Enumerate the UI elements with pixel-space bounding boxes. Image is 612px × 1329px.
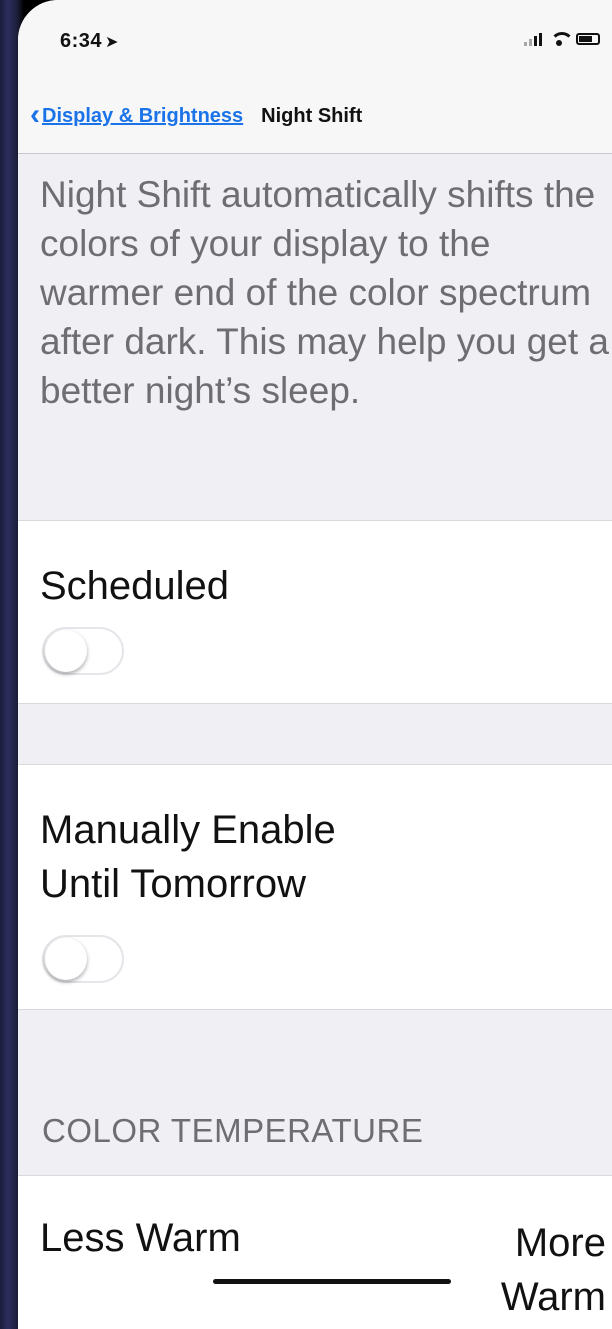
color-temperature-slider[interactable]	[213, 1279, 451, 1284]
back-button[interactable]: ‹ Display & Brightness	[30, 97, 244, 132]
manual-enable-label-line2: Until Tomorrow	[40, 862, 306, 906]
toggle-knob	[45, 938, 87, 980]
less-warm-label: Less Warm	[40, 1216, 241, 1260]
more-warm-line2: Warm	[500, 1275, 606, 1319]
location-icon: ➤	[105, 34, 119, 51]
more-warm-line1: More	[514, 1221, 606, 1265]
chevron-left-icon: ‹	[30, 97, 40, 131]
more-warm-label: More Warm	[466, 1216, 606, 1324]
manual-enable-toggle[interactable]	[42, 935, 124, 983]
manual-enable-label-line1: Manually Enable	[40, 808, 336, 852]
scheduled-toggle[interactable]	[42, 627, 124, 675]
night-shift-description: Night Shift automatically shifts the col…	[40, 174, 610, 411]
battery-icon	[576, 33, 600, 45]
scheduled-cell: Scheduled	[18, 520, 612, 704]
status-bar: 6:34 ➤	[18, 0, 612, 80]
status-icons	[524, 32, 600, 46]
back-button-label: Display & Brightness	[42, 105, 244, 127]
page-title: Night Shift	[261, 105, 363, 127]
screen: 6:34 ➤ ‹ Display & Brightness Night Shift…	[18, 0, 612, 1329]
color-temperature-header: COLOR TEMPERATURE	[42, 1112, 424, 1149]
navigation-bar: ‹ Display & Brightness Night Shift	[18, 80, 612, 154]
wifi-icon	[550, 32, 574, 46]
status-time: 6:34 ➤	[60, 30, 119, 53]
manual-enable-cell: Manually Enable Until Tomorrow	[18, 764, 612, 1010]
scheduled-label: Scheduled	[40, 564, 230, 608]
signal-icon	[524, 32, 542, 46]
toggle-knob	[45, 630, 87, 672]
time-text: 6:34	[60, 30, 103, 52]
color-temperature-cell: Less Warm More Warm	[18, 1175, 612, 1329]
